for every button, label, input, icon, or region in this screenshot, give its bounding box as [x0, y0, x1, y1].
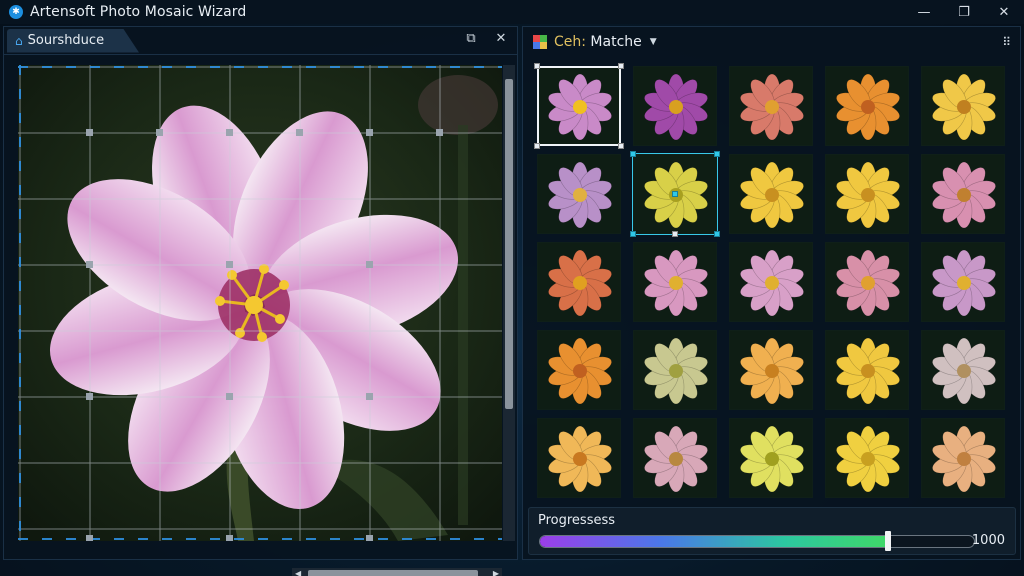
- flower-thumbnail: [538, 419, 620, 497]
- flower-thumbnail: [922, 331, 1004, 409]
- matches-panel: Ceh: Matche ▼ ⠿ Progressess 1000: [522, 26, 1021, 560]
- selection-handle[interactable]: [534, 143, 540, 149]
- match-tile[interactable]: [537, 330, 621, 410]
- tab-source[interactable]: ⌂ Sourshduce: [7, 28, 139, 53]
- match-tile[interactable]: [633, 66, 717, 146]
- source-image-canvas[interactable]: [18, 65, 502, 541]
- chevron-down-icon[interactable]: ▼: [650, 37, 657, 47]
- progress-track: [539, 535, 975, 548]
- selection-handle[interactable]: [630, 151, 636, 157]
- match-tile[interactable]: [537, 418, 621, 498]
- match-tile[interactable]: [825, 330, 909, 410]
- flower-thumbnail: [538, 155, 620, 233]
- selection-handle[interactable]: [618, 143, 624, 149]
- matches-label-prefix: Ceh:: [554, 34, 586, 50]
- tab-source-label: Sourshduce: [27, 33, 105, 48]
- match-tile[interactable]: [633, 242, 717, 322]
- selection-handle[interactable]: [534, 63, 540, 69]
- flower-thumbnail: [538, 243, 620, 321]
- vertical-scroll-thumb[interactable]: [505, 79, 513, 409]
- flower-thumbnail: [826, 155, 908, 233]
- flower-thumbnail: [730, 67, 812, 145]
- minimize-button[interactable]: —: [904, 0, 944, 24]
- flower-thumbnail: [826, 331, 908, 409]
- flower-thumbnail: [538, 331, 620, 409]
- match-tile[interactable]: [825, 242, 909, 322]
- selection-handle[interactable]: [672, 191, 678, 197]
- home-icon: ⌂: [15, 33, 23, 48]
- match-tile[interactable]: [921, 242, 1005, 322]
- selection-handle[interactable]: [714, 231, 720, 237]
- match-tile[interactable]: [729, 242, 813, 322]
- match-tile[interactable]: [537, 154, 621, 234]
- flower-thumbnail: [730, 331, 812, 409]
- flower-thumbnail: [634, 67, 716, 145]
- source-tab-strip: ⌂ Sourshduce ⧉ ✕: [4, 27, 517, 55]
- app-icon: ✱: [9, 5, 23, 19]
- match-tile[interactable]: [921, 330, 1005, 410]
- match-tile[interactable]: [825, 418, 909, 498]
- match-tile[interactable]: [729, 418, 813, 498]
- progress-handle[interactable]: [885, 531, 891, 551]
- selection-handle[interactable]: [630, 231, 636, 237]
- progress-section: Progressess 1000: [528, 507, 1016, 555]
- pop-out-icon[interactable]: ⧉: [463, 31, 479, 46]
- match-tile[interactable]: [729, 66, 813, 146]
- matches-label: Matche: [585, 34, 642, 50]
- flower-thumbnail: [826, 67, 908, 145]
- matches-dropdown[interactable]: Ceh: Matche: [554, 34, 642, 50]
- match-tile[interactable]: [729, 154, 813, 234]
- flower-thumbnail: [826, 419, 908, 497]
- maximize-button[interactable]: ❐: [944, 0, 984, 24]
- horizontal-scroll-thumb[interactable]: [308, 570, 478, 576]
- match-tile[interactable]: [825, 154, 909, 234]
- window-controls: — ❐ ✕: [904, 0, 1024, 24]
- selection-handle[interactable]: [714, 151, 720, 157]
- flower-thumbnail: [730, 155, 812, 233]
- flower-thumbnail: [826, 243, 908, 321]
- scroll-right-icon[interactable]: ▶: [493, 569, 499, 576]
- selection-handle[interactable]: [672, 231, 678, 237]
- close-panel-icon[interactable]: ✕: [493, 31, 509, 46]
- match-tile[interactable]: [633, 330, 717, 410]
- window-title: Artensoft Photo Mosaic Wizard: [30, 4, 247, 20]
- match-tile[interactable]: [921, 418, 1005, 498]
- scroll-left-icon[interactable]: ◀: [295, 569, 301, 576]
- flower-thumbnail: [538, 67, 620, 145]
- grid-view-icon[interactable]: ⠿: [1002, 35, 1011, 49]
- flower-thumbnail: [634, 419, 716, 497]
- title-bar: ✱ Artensoft Photo Mosaic Wizard — ❐ ✕: [0, 0, 1024, 24]
- horizontal-scrollbar[interactable]: ◀ ▶: [292, 568, 502, 576]
- mosaic-grid-overlay: [18, 65, 502, 541]
- palette-icon: [533, 35, 547, 49]
- flower-thumbnail: [730, 419, 812, 497]
- progress-label: Progressess: [538, 513, 616, 528]
- matches-header: Ceh: Matche ▼ ⠿: [523, 27, 1020, 57]
- vertical-scrollbar[interactable]: [503, 65, 515, 541]
- close-button[interactable]: ✕: [984, 0, 1024, 24]
- match-tile[interactable]: [729, 330, 813, 410]
- flower-thumbnail: [634, 243, 716, 321]
- selection-handle[interactable]: [618, 63, 624, 69]
- match-tile[interactable]: [825, 66, 909, 146]
- match-tile[interactable]: [633, 418, 717, 498]
- flower-thumbnail: [922, 243, 1004, 321]
- source-panel: ⌂ Sourshduce ⧉ ✕ ◀ ▶: [3, 26, 518, 576]
- flower-thumbnail: [634, 331, 716, 409]
- match-tile[interactable]: [537, 66, 621, 146]
- match-tile[interactable]: [921, 154, 1005, 234]
- flower-thumbnail: [730, 243, 812, 321]
- flower-thumbnail: [922, 419, 1004, 497]
- flower-thumbnail: [922, 67, 1004, 145]
- match-tile[interactable]: [921, 66, 1005, 146]
- flower-thumbnail: [922, 155, 1004, 233]
- progress-value: 1000: [971, 533, 1005, 548]
- progress-fill: [540, 536, 889, 547]
- match-tile[interactable]: [537, 242, 621, 322]
